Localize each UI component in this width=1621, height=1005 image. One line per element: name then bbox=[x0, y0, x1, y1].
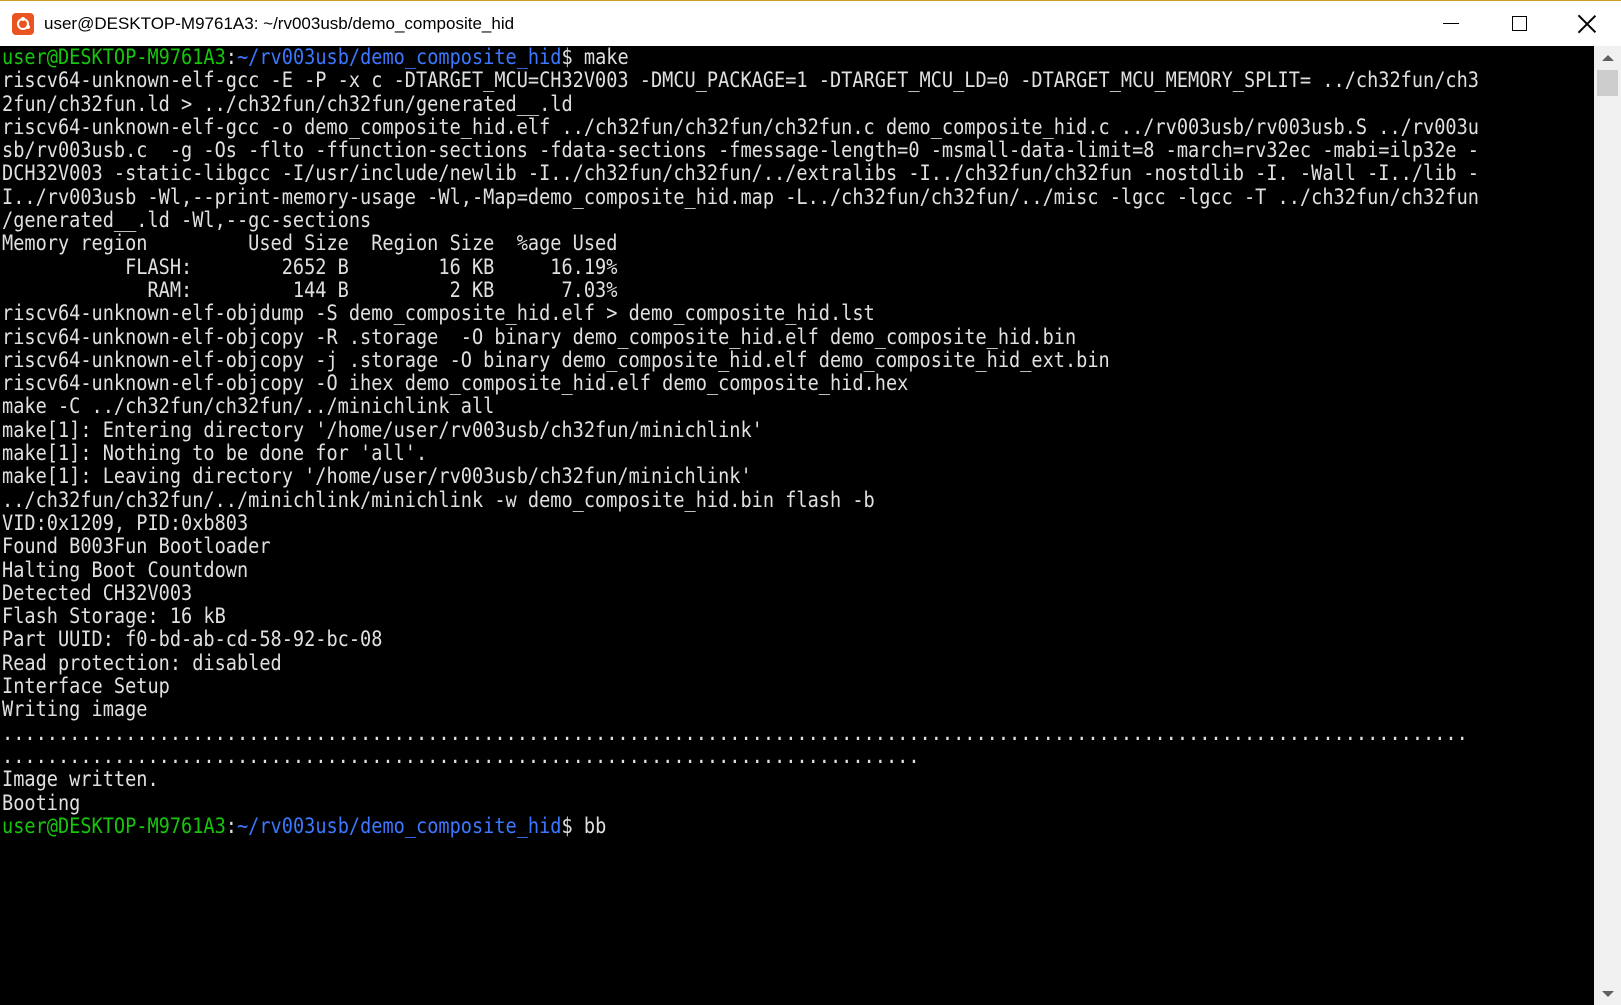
output-line: make[1]: Entering directory '/home/user/… bbox=[2, 417, 763, 442]
prompt-line-last: user@DESKTOP-M9761A3:~/rv003usb/demo_com… bbox=[2, 813, 1411, 838]
command-text: make bbox=[583, 46, 629, 69]
output-line: make -C ../ch32fun/ch32fun/../minichlink… bbox=[2, 394, 495, 419]
prompt-colon: : bbox=[225, 46, 237, 69]
minimize-button[interactable] bbox=[1417, 1, 1485, 46]
output-line: sb/rv003usb.c -g -Os -flto -ffunction-se… bbox=[2, 138, 1479, 163]
output-line: Halting Boot Countdown bbox=[2, 557, 249, 582]
output-line: riscv64-unknown-elf-objcopy -R .storage … bbox=[2, 324, 1077, 349]
output-line: make[1]: Leaving directory '/home/user/r… bbox=[2, 464, 752, 489]
output-line: RAM: 144 B 2 KB 7.03% bbox=[2, 277, 618, 302]
close-button[interactable] bbox=[1553, 1, 1621, 46]
output-line: riscv64-unknown-elf-gcc -E -P -x c -DTAR… bbox=[2, 68, 1479, 93]
output-lines: riscv64-unknown-elf-gcc -E -P -x c -DTAR… bbox=[2, 68, 1594, 815]
output-line: riscv64-unknown-elf-objcopy -O ihex demo… bbox=[2, 371, 909, 396]
scroll-thumb[interactable] bbox=[1597, 70, 1618, 96]
scroll-up-button[interactable] bbox=[1594, 46, 1621, 70]
prompt-path: ~/rv003usb/demo_composite_hid bbox=[236, 813, 562, 838]
output-line: Memory region Used Size Region Size %age… bbox=[2, 231, 618, 256]
maximize-button[interactable] bbox=[1485, 1, 1553, 46]
output-line: Writing image bbox=[2, 697, 148, 722]
output-line: Detected CH32V003 bbox=[2, 580, 193, 605]
maximize-icon bbox=[1511, 16, 1527, 31]
output-line: FLASH: 2652 B 16 KB 16.19% bbox=[2, 254, 618, 279]
scroll-down-arrow-icon bbox=[1601, 991, 1614, 997]
scroll-up-arrow-icon bbox=[1601, 55, 1614, 61]
output-line: I../rv003usb -Wl,--print-memory-usage -W… bbox=[2, 184, 1479, 209]
prompt-line-first: user@DESKTOP-M9761A3:~/rv003usb/demo_com… bbox=[2, 46, 1411, 69]
close-icon bbox=[1578, 15, 1596, 33]
output-line: Image written. bbox=[2, 767, 159, 792]
output-line: Interface Setup bbox=[2, 674, 170, 699]
output-line: riscv64-unknown-elf-objdump -S demo_comp… bbox=[2, 301, 875, 326]
output-line: riscv64-unknown-elf-objcopy -j .storage … bbox=[2, 347, 1110, 372]
prompt-symbol: $ bbox=[561, 813, 584, 838]
command-text: bb bbox=[583, 813, 607, 838]
ubuntu-logo-icon bbox=[12, 12, 34, 35]
output-line: ........................................… bbox=[2, 720, 1468, 745]
prompt-user-host: user@DESKTOP-M9761A3 bbox=[2, 46, 226, 69]
output-line: Part UUID: f0-bd-ab-cd-58-92-bc-08 bbox=[2, 627, 383, 652]
output-line: DCH32V003 -static-libgcc -I/usr/include/… bbox=[2, 161, 1479, 186]
output-line: Flash Storage: 16 kB bbox=[2, 604, 226, 629]
terminal-window: user@DESKTOP-M9761A3: ~/rv003usb/demo_co… bbox=[0, 0, 1621, 1005]
title-bar[interactable]: user@DESKTOP-M9761A3: ~/rv003usb/demo_co… bbox=[0, 1, 1621, 46]
output-line: ../ch32fun/ch32fun/../minichlink/minichl… bbox=[2, 487, 875, 512]
output-line: make[1]: Nothing to be done for 'all'. bbox=[2, 441, 428, 466]
prompt-path: ~/rv003usb/demo_composite_hid bbox=[236, 46, 562, 69]
output-line: riscv64-unknown-elf-gcc -o demo_composit… bbox=[2, 114, 1479, 139]
output-line: 2fun/ch32fun.ld > ../ch32fun/ch32fun/gen… bbox=[2, 91, 573, 116]
vertical-scrollbar[interactable] bbox=[1594, 46, 1621, 1005]
prompt-symbol: $ bbox=[561, 46, 584, 69]
output-line: Found B003Fun Bootloader bbox=[2, 534, 271, 559]
window-title: user@DESKTOP-M9761A3: ~/rv003usb/demo_co… bbox=[44, 13, 515, 33]
prompt-colon: : bbox=[225, 813, 237, 838]
output-line: Read protection: disabled bbox=[2, 650, 282, 675]
output-line: Booting bbox=[2, 790, 81, 815]
scroll-down-button[interactable] bbox=[1594, 982, 1621, 1005]
minimize-icon bbox=[1443, 22, 1459, 25]
terminal-output[interactable]: user@DESKTOP-M9761A3:~/rv003usb/demo_com… bbox=[0, 46, 1594, 1005]
output-line: ........................................… bbox=[2, 743, 920, 768]
window-controls bbox=[1417, 1, 1621, 46]
prompt-user-host: user@DESKTOP-M9761A3 bbox=[2, 813, 226, 838]
output-line: VID:0x1209, PID:0xb803 bbox=[2, 510, 249, 535]
output-line: /generated__.ld -Wl,--gc-sections bbox=[2, 208, 372, 233]
